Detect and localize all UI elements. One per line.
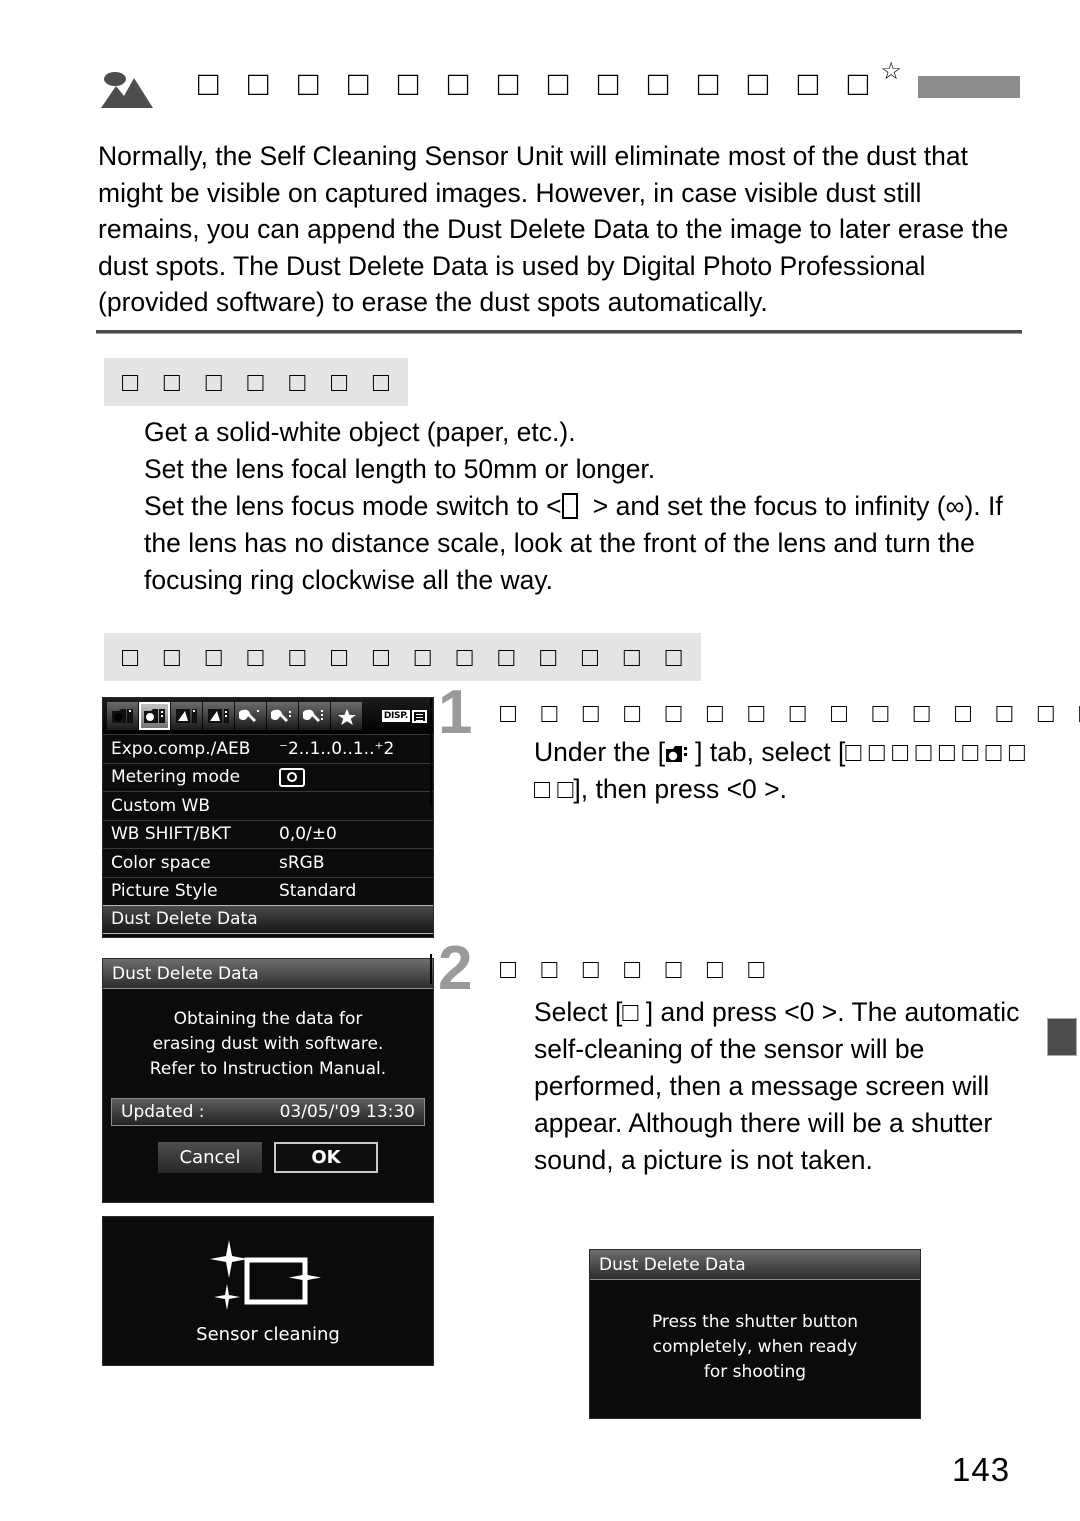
intro-paragraph: Normally, the Self Cleaning Sensor Unit … bbox=[98, 141, 1009, 317]
menu-row[interactable]: Color space sRGB bbox=[103, 848, 433, 877]
page-title-row: □ □ □ □ □ □ □ □ □ □ □ □ □ □ ☆ bbox=[98, 58, 1020, 120]
shutter-message-line-2: completely, when ready bbox=[652, 1337, 858, 1357]
menu-row-label: Custom WB bbox=[111, 795, 211, 816]
menu-row-label: Metering mode bbox=[111, 767, 241, 788]
menu-row[interactable]: WB SHIFT/BKT 0,0/±0 bbox=[103, 819, 433, 849]
display-button-hint: DISP. bbox=[381, 709, 429, 723]
tab-setup-2[interactable] bbox=[267, 702, 298, 730]
menu-tab-bar: DISP. bbox=[103, 698, 433, 734]
tab-shooting-2[interactable] bbox=[139, 702, 170, 730]
step-body-before: Under the [ bbox=[534, 737, 666, 767]
landscape-mountain-icon bbox=[101, 72, 153, 108]
shutter-dialog-title: Dust Delete Data bbox=[590, 1250, 920, 1280]
preparation-line-1: Get a solid-white object (paper, etc.). bbox=[144, 417, 576, 447]
camera-menu-screenshot: DISP. Expo.comp./AEB ⁻2..1..0..1..⁺2 Met… bbox=[102, 697, 434, 938]
sensor-sparkle-icon bbox=[210, 1239, 321, 1310]
tab-playback-2[interactable] bbox=[203, 702, 234, 730]
menu-row-label: Color space bbox=[111, 852, 211, 873]
dialog-buttons: Cancel OK bbox=[103, 1142, 433, 1173]
tab-shooting-1[interactable] bbox=[107, 702, 138, 730]
menu-row-label: Expo.comp./AEB bbox=[111, 738, 251, 759]
menu-row[interactable]: Custom WB bbox=[103, 791, 433, 820]
step-1: 1 □ □ □ □ □ □ □ □ □ □ □ □ □ □ □ □ Under … bbox=[430, 682, 1080, 808]
menu-row-value: Standard bbox=[279, 881, 357, 902]
menu-row-label: Dust Delete Data bbox=[111, 909, 258, 930]
menu-row-dust-delete-data[interactable]: Dust Delete Data bbox=[103, 905, 433, 934]
sensor-cleaning-screenshot: Sensor cleaning bbox=[102, 1216, 434, 1366]
menu-row[interactable]: Metering mode bbox=[103, 762, 433, 792]
cancel-button[interactable]: Cancel bbox=[158, 1142, 262, 1173]
menu-row[interactable]: Expo.comp./AEB ⁻2..1..0..1..⁺2 bbox=[103, 734, 433, 763]
shutter-dialog-message: Press the shutter button completely, whe… bbox=[590, 1280, 920, 1385]
step-number: 2 bbox=[438, 934, 473, 1003]
dialog-message: Obtaining the data for erasing dust with… bbox=[103, 989, 433, 1082]
updated-label: Updated : bbox=[121, 1102, 205, 1122]
shutter-message-line-1: Press the shutter button bbox=[651, 1312, 859, 1332]
tab-playback-1[interactable] bbox=[171, 702, 202, 730]
dust-delete-data-dialog-screenshot: Dust Delete Data Obtaining the data for … bbox=[102, 958, 434, 1203]
menu-row-label: WB SHIFT/BKT bbox=[111, 824, 231, 845]
shutter-message-line-3: for shooting bbox=[703, 1362, 807, 1382]
title-gray-bar bbox=[917, 76, 1020, 98]
tab-setup-1[interactable] bbox=[235, 702, 266, 730]
updated-value: 03/05/'09 13:30 bbox=[279, 1102, 415, 1122]
preparation-line-3-before: Set the lens focus mode switch to < bbox=[144, 491, 562, 521]
step-vertical-rule bbox=[430, 698, 432, 806]
preparation-line-2: Set the lens focal length to 50mm or lon… bbox=[144, 454, 656, 484]
step-heading: □ □ □ □ □ □ □ bbox=[500, 954, 774, 984]
shutter-prompt-screenshot: Dust Delete Data Press the shutter butto… bbox=[589, 1249, 921, 1419]
step-body: Under the [] tab, select [□ □ □ □ □ □ □ … bbox=[534, 734, 1030, 808]
tab-setup-3[interactable] bbox=[299, 702, 330, 730]
dialog-message-line-1: Obtaining the data for bbox=[173, 1009, 363, 1029]
disp-label: DISP. bbox=[381, 710, 410, 722]
sensor-cleaning-label: Sensor cleaning bbox=[196, 1323, 340, 1345]
dialog-message-line-3: Refer to Instruction Manual. bbox=[149, 1059, 387, 1079]
menu-row-value: 0,0/±0 bbox=[279, 824, 337, 845]
procedure-banner: □ □ □ □ □ □ □ □ □ □ □ □ □ □ bbox=[104, 633, 701, 681]
updated-row: Updated : 03/05/'09 13:30 bbox=[111, 1098, 425, 1126]
evaluative-metering-icon bbox=[279, 767, 305, 787]
page-title: □ □ □ □ □ □ □ □ □ □ □ □ □ □ bbox=[198, 65, 879, 103]
menu-row-value: sRGB bbox=[279, 852, 325, 873]
exposure-compensation-scale: ⁻2..1..0..1..⁺2 bbox=[279, 738, 395, 759]
section-divider bbox=[96, 330, 1022, 334]
menu-row[interactable]: Picture Style Standard bbox=[103, 876, 433, 906]
step-number: 1 bbox=[438, 678, 473, 747]
dialog-message-line-2: erasing dust with software. bbox=[152, 1034, 384, 1054]
tab-my-menu[interactable] bbox=[331, 702, 362, 730]
preparation-line-3: Set the lens focus mode switch to < > an… bbox=[144, 488, 1024, 599]
disp-screen-icon bbox=[412, 709, 427, 723]
shooting-menu-tab-icon bbox=[665, 737, 695, 762]
step-body: Select [□ ] and press <0 >. The automati… bbox=[534, 997, 1020, 1175]
preparation-body: Get a solid-white object (paper, etc.). … bbox=[144, 414, 1024, 599]
step-2: 2 □ □ □ □ □ □ □ Select [□ ] and press <0… bbox=[430, 938, 1030, 1179]
step-vertical-rule bbox=[430, 954, 432, 984]
menu-row-label: Picture Style bbox=[111, 881, 218, 902]
ok-button[interactable]: OK bbox=[274, 1142, 378, 1173]
chapter-edge-tab bbox=[1047, 1018, 1077, 1056]
dialog-title: Dust Delete Data bbox=[103, 959, 433, 989]
star-icon: ☆ bbox=[880, 58, 902, 85]
manual-focus-switch-icon bbox=[561, 492, 579, 519]
step-heading: □ □ □ □ □ □ □ □ □ □ □ □ □ □ □ □ bbox=[500, 698, 1080, 728]
page-number: 143 bbox=[952, 1451, 1011, 1488]
preparation-banner: □ □ □ □ □ □ □ bbox=[104, 358, 409, 406]
